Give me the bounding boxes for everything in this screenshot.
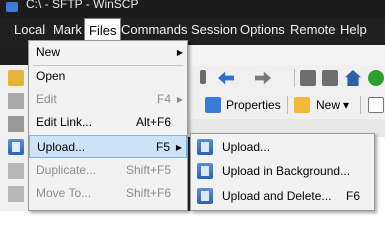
upload-delete-icon	[197, 188, 213, 204]
parent-folder-icon[interactable]	[300, 70, 316, 86]
menu-item-shortcut: F5	[155, 140, 170, 154]
root-folder-icon[interactable]	[322, 70, 338, 86]
toolbar-separator	[360, 96, 361, 114]
refresh-icon[interactable]	[368, 70, 384, 86]
menu-item-label: Duplicate...	[36, 163, 97, 177]
new-button[interactable]: New	[316, 98, 340, 112]
menu-session[interactable]: Session	[187, 18, 241, 41]
move-to-icon	[8, 186, 24, 202]
submenu-item-label: Upload and Delete...	[222, 189, 332, 203]
submenu-arrow-icon: ▶	[175, 143, 182, 152]
menu-item-edit-link[interactable]: Edit Link... Alt+F6	[29, 111, 187, 134]
properties-icon	[205, 97, 221, 113]
submenu-arrow-icon: ▶	[176, 48, 183, 57]
upload-submenu: Upload... Upload in Background... Upload…	[190, 133, 375, 211]
home-icon[interactable]	[345, 70, 361, 86]
submenu-item-label: Upload in Background...	[222, 164, 351, 178]
menu-item-label: Open	[36, 69, 66, 83]
plus-icon[interactable]	[368, 97, 384, 113]
forward-arrow-icon[interactable]	[255, 71, 271, 85]
session-tab[interactable]	[181, 45, 385, 65]
menu-item-new[interactable]: New ▶	[29, 41, 187, 64]
duplicate-icon	[8, 163, 24, 179]
app-icon	[6, 2, 18, 12]
menu-item-label: Edit	[36, 92, 57, 106]
window-title: C:\ - SFTP - WinSCP	[26, 0, 139, 11]
menu-item-move-to[interactable]: Move To... Shift+F6	[29, 182, 187, 205]
toolbar-separator	[287, 96, 288, 114]
menu-commands[interactable]: Commands	[117, 18, 191, 41]
menu-item-label: Edit Link...	[36, 115, 93, 129]
properties-button[interactable]: Properties	[226, 98, 281, 112]
edit-icon	[8, 93, 24, 109]
menu-bar: Local Mark Files Commands Session Option…	[0, 18, 385, 41]
menu-remote[interactable]: Remote	[286, 18, 340, 41]
menu-item-label: New	[36, 45, 61, 59]
menu-item-upload[interactable]: Upload... F5 ▶	[29, 135, 187, 158]
menu-item-shortcut: Shift+F5	[125, 163, 171, 177]
new-dropdown-icon[interactable]: ▾	[343, 98, 349, 112]
menu-local[interactable]: Local	[10, 18, 49, 41]
menu-item-label: Move To...	[36, 186, 92, 200]
open-icon	[8, 70, 24, 86]
menu-item-label: Upload...	[37, 140, 86, 154]
menu-item-duplicate[interactable]: Duplicate... Shift+F5	[29, 159, 187, 182]
submenu-item-label: Upload...	[222, 140, 271, 154]
submenu-item-upload-background[interactable]: Upload in Background...	[191, 159, 374, 183]
menu-item-open[interactable]: Open	[29, 65, 187, 88]
menu-item-shortcut: F4	[156, 92, 171, 106]
title-bar: C:\ - SFTP - WinSCP	[0, 0, 385, 18]
back-arrow-icon[interactable]	[218, 71, 234, 85]
submenu-item-upload-delete[interactable]: Upload and Delete... F6	[191, 184, 374, 208]
menu-files[interactable]: Files	[84, 18, 122, 41]
files-menu: New ▶ Open Edit F4 ▶ Edit Link... Alt+F6…	[28, 40, 188, 211]
menu-item-shortcut: Shift+F6	[125, 186, 171, 200]
menu-item-edit[interactable]: Edit F4 ▶	[29, 88, 187, 111]
edit-link-icon	[8, 116, 24, 132]
menu-help[interactable]: Help	[336, 18, 371, 41]
submenu-item-upload[interactable]: Upload...	[191, 135, 374, 159]
new-folder-icon	[294, 97, 310, 113]
menu-mark[interactable]: Mark	[49, 18, 86, 41]
menu-item-shortcut: Alt+F6	[135, 115, 171, 129]
toolbar-separator	[294, 69, 295, 87]
submenu-arrow-icon: ▶	[176, 95, 183, 104]
upload-background-icon	[197, 163, 213, 179]
toolbar-dropdown-icon[interactable]	[200, 70, 206, 84]
upload-icon	[8, 139, 24, 155]
submenu-item-shortcut: F6	[345, 189, 360, 203]
menu-icon-strip	[0, 65, 28, 211]
upload-icon	[197, 139, 213, 155]
menu-options[interactable]: Options	[236, 18, 289, 41]
